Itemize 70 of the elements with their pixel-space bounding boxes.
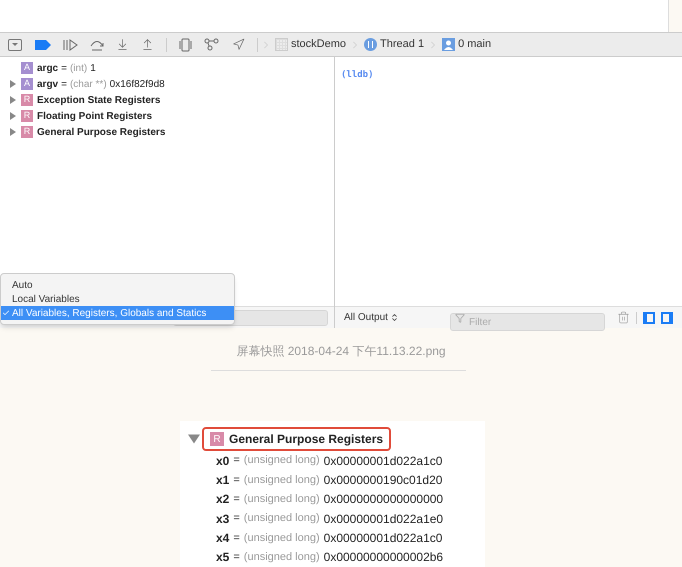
console-filter-field[interactable]: Filter (450, 313, 605, 331)
output-selector[interactable]: All Output (344, 310, 444, 325)
equals-sign: = (233, 550, 240, 566)
register-type: (unsigned long) (244, 511, 320, 526)
equals-sign: = (61, 78, 67, 92)
right-pane-toggle[interactable] (661, 312, 673, 324)
step-out-icon[interactable] (141, 38, 154, 51)
variable-kind-badge: A (21, 62, 33, 74)
register-value: 0x0000000000000000 (324, 491, 444, 508)
register-value: 0x00000000000002b6 (324, 549, 444, 566)
breakpoint-icon[interactable] (34, 40, 51, 50)
register-type: (unsigned long) (244, 472, 320, 488)
equals-sign: = (61, 62, 67, 76)
variable-kind-badge: R (21, 94, 33, 106)
register-type: (unsigned long) (244, 453, 320, 468)
variable-type: (int) (70, 62, 88, 76)
project-grid-icon (275, 38, 288, 51)
equals-sign: = (233, 453, 240, 468)
equals-sign: = (233, 511, 240, 526)
person-icon (442, 38, 456, 51)
variable-name[interactable]: Exception State Registers (37, 92, 160, 108)
expanded-triangle-icon[interactable] (188, 433, 200, 445)
equals-sign: = (233, 472, 240, 488)
variable-kind-badge: A (21, 78, 33, 90)
up-down-chevron-icon (390, 313, 399, 322)
register-value: 0x0000000190c01d20 (324, 472, 442, 489)
register-type: (unsigned long) (244, 492, 320, 508)
register-name: x0 (216, 452, 230, 470)
breadcrumb-item[interactable]: 0 main (458, 36, 492, 53)
variable-value: 0x16f82f9d8 (110, 78, 165, 92)
hide-panel-button[interactable] (8, 38, 22, 50)
register-name: x4 (216, 530, 230, 547)
continue-icon[interactable] (63, 38, 78, 50)
trash-icon[interactable] (617, 311, 630, 324)
variable-name[interactable]: argv (37, 76, 58, 92)
checkmark-icon (2, 309, 10, 317)
equals-sign: = (233, 530, 240, 546)
breadcrumb-item[interactable]: stockDemo (291, 36, 346, 53)
variable-value: 1 (90, 62, 96, 76)
register-group-name: General Purpose Registers (229, 431, 384, 448)
scope-menu-item[interactable]: Auto (1, 278, 234, 292)
register-value: 0x00000001d022a1c0 (324, 530, 442, 547)
scope-menu-item[interactable]: Local Variables (1, 292, 234, 306)
console-prompt: (lldb) (341, 70, 374, 80)
register-value: 0x00000001d022a1e0 (324, 510, 444, 528)
register-type: (unsigned long) (244, 550, 320, 566)
image-caption: 屏幕快照 2018-04-24 下午11.13.22.png (236, 343, 446, 360)
register-type: (unsigned long) (244, 530, 320, 546)
thread-icon (364, 38, 378, 51)
step-over-icon[interactable] (90, 38, 104, 50)
breadcrumb-item[interactable]: Thread 1 (380, 36, 424, 53)
variable-name[interactable]: General Purpose Registers (37, 124, 166, 140)
variable-kind-badge: R (21, 110, 33, 122)
register-name: x2 (216, 491, 230, 508)
memory-graph-icon[interactable] (204, 38, 220, 51)
register-name: x1 (216, 472, 230, 489)
equals-sign: = (233, 492, 240, 508)
variable-kind-badge: R (21, 126, 33, 138)
variable-name[interactable]: Floating Point Registers (37, 108, 152, 124)
view-hierarchy-icon[interactable] (179, 38, 192, 52)
step-into-icon[interactable] (116, 38, 129, 51)
left-pane-toggle[interactable] (643, 312, 655, 324)
filter-icon (455, 312, 465, 322)
location-icon[interactable] (232, 38, 245, 51)
register-value: 0x00000001d022a1c0 (324, 452, 442, 470)
register-badge: R (210, 432, 224, 446)
register-name: x5 (216, 549, 230, 566)
variable-type: (char **) (70, 78, 107, 92)
variable-name[interactable]: argc (37, 60, 58, 76)
register-name: x3 (216, 510, 230, 528)
